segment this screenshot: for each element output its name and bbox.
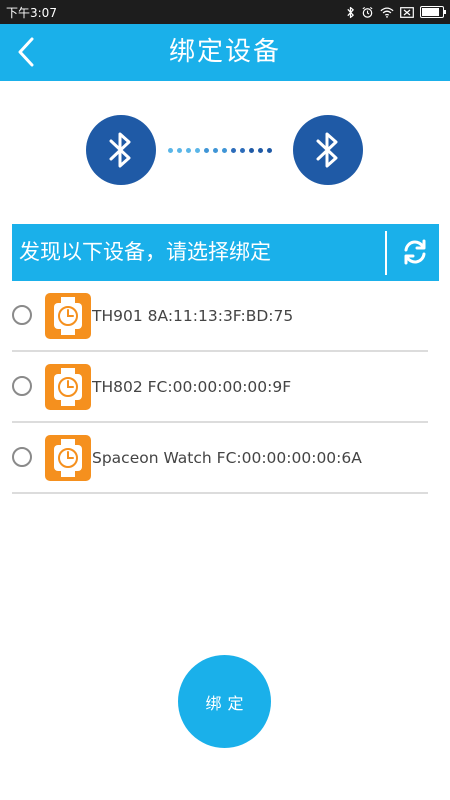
device-radio[interactable] [12,305,32,325]
device-radio[interactable] [12,447,32,467]
page-title: 绑定设备 [168,37,281,67]
bluetooth-status-icon [346,6,355,19]
connection-dot [213,148,218,153]
connection-dot [267,148,272,153]
device-row[interactable]: TH802 FC:00:00:00:00:9F [0,352,450,423]
device-radio[interactable] [12,376,32,396]
connection-dot [195,148,200,153]
device-label: TH802 FC:00:00:00:00:9F [92,378,292,396]
connection-dots [168,148,272,153]
sim-none-icon [400,6,414,18]
refresh-icon [404,239,426,265]
watch-icon [45,435,91,481]
status-bar: 下午3:07 [0,0,450,24]
watch-icon [45,364,91,410]
device-row[interactable]: TH901 8A:11:13:3F:BD:75 [0,281,450,352]
bluetooth-icon [86,115,156,185]
refresh-button[interactable] [391,228,439,276]
connection-dot [204,148,209,153]
connection-dot [168,148,173,153]
connection-dot [222,148,227,153]
discover-bar: 发现以下设备，请选择绑定 [12,224,439,281]
device-row[interactable]: Spaceon Watch FC:00:00:00:00:6A [0,423,450,494]
bluetooth-connection-graphic [0,115,450,190]
device-list: TH901 8A:11:13:3F:BD:75 TH802 FC:00:00:0… [0,281,450,494]
connection-dot [186,148,191,153]
divider [385,231,387,275]
app-header: 绑定设备 [0,24,450,81]
device-label: Spaceon Watch FC:00:00:00:00:6A [92,449,362,467]
connection-dot [240,148,245,153]
connection-dot [231,148,236,153]
bind-button[interactable]: 绑定 [178,655,271,748]
alarm-icon [361,6,374,19]
watch-icon [45,293,91,339]
battery-icon [420,6,446,18]
wifi-icon [380,7,394,18]
bluetooth-icon [293,115,363,185]
discover-label: 发现以下设备，请选择绑定 [19,240,271,264]
connection-dot [258,148,263,153]
status-icons [346,6,446,19]
connection-dot [177,148,182,153]
connection-dot [249,148,254,153]
divider [12,492,428,494]
device-label: TH901 8A:11:13:3F:BD:75 [92,307,294,325]
status-time: 下午3:07 [6,5,57,20]
